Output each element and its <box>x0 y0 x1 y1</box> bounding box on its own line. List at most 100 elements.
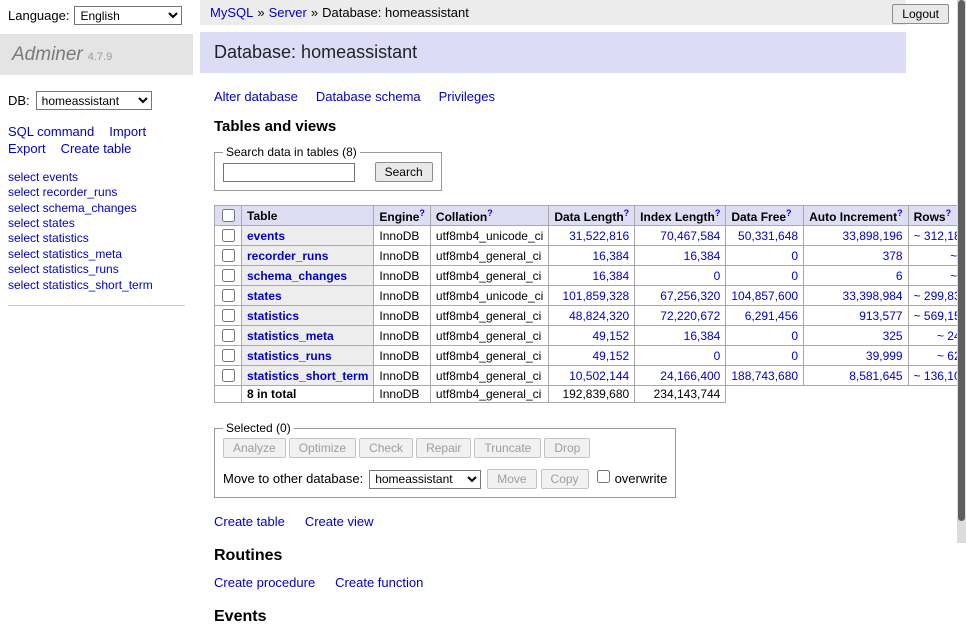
index-length-link[interactable]: 70,467,584 <box>660 229 720 243</box>
language-select[interactable]: English <box>74 6 182 25</box>
breadcrumb-link-mysql[interactable]: MySQL <box>210 5 253 20</box>
row-checkbox[interactable] <box>222 369 235 382</box>
data-free-link[interactable]: 0 <box>791 349 798 363</box>
breadcrumb-link-server[interactable]: Server <box>269 5 307 20</box>
db-select[interactable]: homeassistant <box>36 91 152 110</box>
help-link[interactable]: ? <box>487 208 493 218</box>
truncate-button[interactable]: Truncate <box>474 438 541 458</box>
vertical-scrollbar[interactable] <box>957 0 966 543</box>
auto-increment-link[interactable]: 913,577 <box>859 309 902 323</box>
sidebar-table-link[interactable]: select states <box>8 216 185 231</box>
index-length-link[interactable]: 16,384 <box>684 249 721 263</box>
table-name-link[interactable]: statistics_short_term <box>247 369 368 383</box>
sidebar-link[interactable]: Create table <box>61 141 132 156</box>
scrollbar-thumb[interactable] <box>958 0 965 521</box>
auto-increment-link[interactable]: 325 <box>883 329 903 343</box>
routine-link[interactable]: Create procedure <box>214 575 315 590</box>
help-link[interactable]: ? <box>624 208 630 218</box>
sidebar-link[interactable]: Export <box>8 141 46 156</box>
move-db-select[interactable]: homeassistant <box>369 470 481 489</box>
overwrite-checkbox[interactable] <box>597 470 610 483</box>
sidebar-link[interactable]: Import <box>109 124 146 139</box>
analyze-button[interactable]: Analyze <box>223 438 286 458</box>
data-length-link[interactable]: 101,859,328 <box>562 289 629 303</box>
db-action-link[interactable]: Database schema <box>316 89 421 104</box>
optimize-button[interactable]: Optimize <box>289 438 356 458</box>
row-checkbox[interactable] <box>222 349 235 362</box>
help-link[interactable]: ? <box>715 208 721 218</box>
help-icon[interactable]: ? <box>946 208 952 218</box>
data-free-link[interactable]: 0 <box>791 249 798 263</box>
table-name-link[interactable]: schema_changes <box>247 269 347 283</box>
data-free-link[interactable]: 104,857,600 <box>731 289 798 303</box>
row-checkbox[interactable] <box>222 289 235 302</box>
help-link[interactable]: ? <box>946 208 952 218</box>
help-link[interactable]: ? <box>419 208 425 218</box>
auto-increment-link[interactable]: 8,581,645 <box>849 369 902 383</box>
data-free-link[interactable]: 188,743,680 <box>731 369 798 383</box>
index-length-link[interactable]: 72,220,672 <box>660 309 720 323</box>
help-icon[interactable]: ? <box>419 208 425 218</box>
data-length-link[interactable]: 49,152 <box>592 329 629 343</box>
sidebar-table-link[interactable]: select statistics <box>8 231 185 246</box>
index-length-link[interactable]: 0 <box>714 269 721 283</box>
check-button[interactable]: Check <box>359 438 413 458</box>
sidebar-table-link[interactable]: select statistics_meta <box>8 247 185 262</box>
row-checkbox[interactable] <box>222 329 235 342</box>
db-action-link[interactable]: Alter database <box>214 89 298 104</box>
data-free-link[interactable]: 0 <box>791 269 798 283</box>
data-length-link[interactable]: 31,522,816 <box>569 229 629 243</box>
create-link[interactable]: Create table <box>214 514 285 529</box>
index-length-link[interactable]: 16,384 <box>684 329 721 343</box>
db-action-link[interactable]: Privileges <box>439 89 495 104</box>
data-length-link[interactable]: 48,824,320 <box>569 309 629 323</box>
index-length-link[interactable]: 67,256,320 <box>660 289 720 303</box>
index-length-link[interactable]: 0 <box>714 349 721 363</box>
auto-increment-link[interactable]: 6 <box>896 269 903 283</box>
table-name-link[interactable]: states <box>247 289 282 303</box>
sidebar-table-link[interactable]: select schema_changes <box>8 201 185 216</box>
data-length-link[interactable]: 16,384 <box>592 249 629 263</box>
table-name-link[interactable]: statistics <box>247 309 299 323</box>
help-icon[interactable]: ? <box>487 208 493 218</box>
data-length-link[interactable]: 16,384 <box>592 269 629 283</box>
index-length-link[interactable]: 24,166,400 <box>660 369 720 383</box>
table-name-link[interactable]: events <box>247 229 285 243</box>
help-icon[interactable]: ? <box>624 208 630 218</box>
table-name-link[interactable]: recorder_runs <box>247 249 328 263</box>
sidebar-table-link[interactable]: select recorder_runs <box>8 185 185 200</box>
auto-increment-link[interactable]: 33,898,196 <box>843 229 903 243</box>
table-name-link[interactable]: statistics_runs <box>247 349 332 363</box>
sidebar-table-link[interactable]: select events <box>8 170 185 185</box>
search-input[interactable] <box>223 163 355 182</box>
auto-increment-link[interactable]: 378 <box>883 249 903 263</box>
help-icon[interactable]: ? <box>786 208 792 218</box>
copy-button[interactable]: Copy <box>541 469 589 489</box>
auto-increment-link[interactable]: 33,398,984 <box>843 289 903 303</box>
table-name-link[interactable]: statistics_meta <box>247 329 334 343</box>
drop-button[interactable]: Drop <box>544 438 590 458</box>
data-free-link[interactable]: 0 <box>791 329 798 343</box>
help-link[interactable]: ? <box>897 208 903 218</box>
search-button[interactable]: Search <box>375 162 433 182</box>
data-free-link[interactable]: 50,331,648 <box>738 229 798 243</box>
move-button[interactable]: Move <box>487 469 536 489</box>
repair-button[interactable]: Repair <box>416 438 471 458</box>
data-free-link[interactable]: 6,291,456 <box>745 309 798 323</box>
sidebar-link[interactable]: SQL command <box>8 124 94 139</box>
auto-increment-link[interactable]: 39,999 <box>866 349 903 363</box>
data-length-link[interactable]: 49,152 <box>592 349 629 363</box>
help-icon[interactable]: ? <box>715 208 721 218</box>
sidebar-table-link[interactable]: select statistics_runs <box>8 262 185 277</box>
help-icon[interactable]: ? <box>897 208 903 218</box>
create-link[interactable]: Create view <box>305 514 374 529</box>
logout-button[interactable]: Logout <box>892 4 949 24</box>
routine-link[interactable]: Create function <box>335 575 423 590</box>
row-checkbox[interactable] <box>222 309 235 322</box>
row-checkbox[interactable] <box>222 249 235 262</box>
sidebar-table-link[interactable]: select statistics_short_term <box>8 278 185 293</box>
select-all-checkbox[interactable] <box>222 209 235 222</box>
row-checkbox[interactable] <box>222 269 235 282</box>
help-link[interactable]: ? <box>786 208 792 218</box>
data-length-link[interactable]: 10,502,144 <box>569 369 629 383</box>
